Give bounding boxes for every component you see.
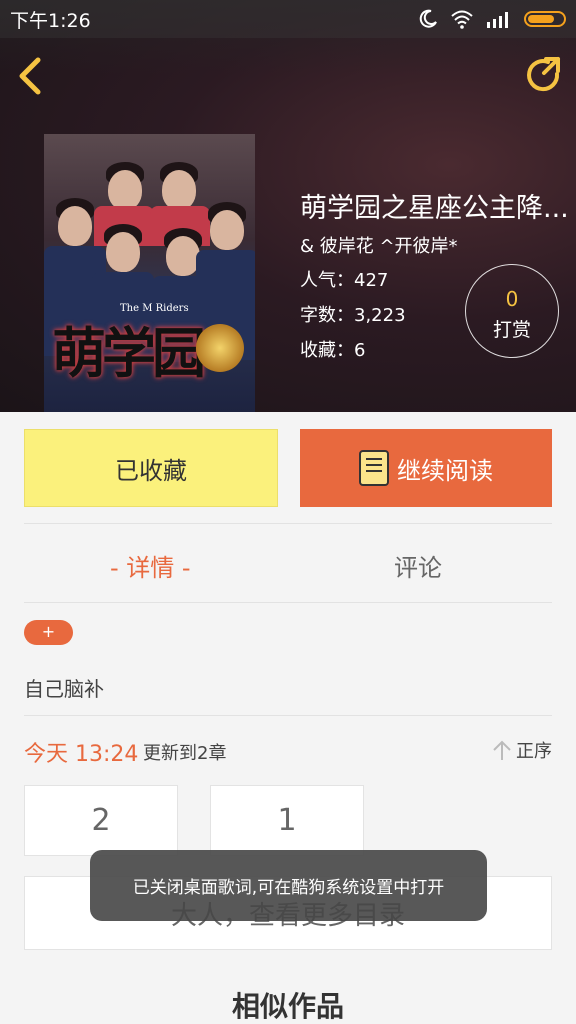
status-bar: 下午1:26 xyxy=(0,0,576,38)
battery-icon xyxy=(524,11,566,27)
book-icon xyxy=(359,450,389,486)
add-tag-button[interactable]: + xyxy=(24,620,73,645)
moon-icon xyxy=(419,9,437,28)
divider xyxy=(24,602,552,603)
toast-text: 已关闭桌面歌词,可在酷狗系统设置中打开 xyxy=(132,878,445,898)
favorited-button[interactable]: 已收藏 xyxy=(24,429,278,507)
chapter-item[interactable]: 1 xyxy=(210,785,364,856)
chapter-item[interactable]: 2 xyxy=(24,785,178,856)
book-cover[interactable]: The M Riders 萌学园 xyxy=(44,134,255,412)
reward-count: 0 xyxy=(505,287,519,311)
book-title: 萌学园之星座公主降... xyxy=(300,193,569,224)
book-intro: 自己脑补 xyxy=(24,677,104,701)
share-icon[interactable] xyxy=(524,56,564,96)
reward-label: 打赏 xyxy=(492,319,531,341)
similar-works-title: 相似作品 xyxy=(231,990,344,1023)
status-time: 下午1:26 xyxy=(10,9,91,32)
favorited-label: 已收藏 xyxy=(115,456,187,485)
update-text: 更新到2章 xyxy=(143,743,227,764)
back-icon[interactable] xyxy=(14,56,46,96)
sort-button[interactable]: 正序 xyxy=(492,737,552,763)
tab-comment[interactable]: 评论 xyxy=(394,548,442,583)
word-count-stat: 字数：3,223 xyxy=(300,305,406,326)
divider xyxy=(24,523,552,524)
toast-message: 已关闭桌面歌词,可在酷狗系统设置中打开 xyxy=(90,850,487,921)
divider xyxy=(24,715,552,716)
reward-button[interactable]: 0 打赏 xyxy=(465,264,559,358)
continue-reading-label: 继续阅读 xyxy=(397,456,493,485)
cover-emblem xyxy=(196,324,244,372)
cover-title: 萌学园 xyxy=(52,321,206,385)
sort-label: 正序 xyxy=(516,741,552,762)
favorites-stat: 收藏：6 xyxy=(300,340,366,361)
tab-detail[interactable]: - 详情 - xyxy=(110,548,191,583)
arrow-up-icon xyxy=(493,740,511,760)
wifi-icon xyxy=(451,10,473,29)
popularity-stat: 人气：427 xyxy=(300,270,389,291)
update-time: 今天 13:24 xyxy=(24,742,139,767)
signal-icon xyxy=(487,12,508,28)
book-author[interactable]: & 彼岸花 ^开彼岸* xyxy=(300,232,458,258)
continue-reading-button[interactable]: 继续阅读 xyxy=(300,429,552,507)
